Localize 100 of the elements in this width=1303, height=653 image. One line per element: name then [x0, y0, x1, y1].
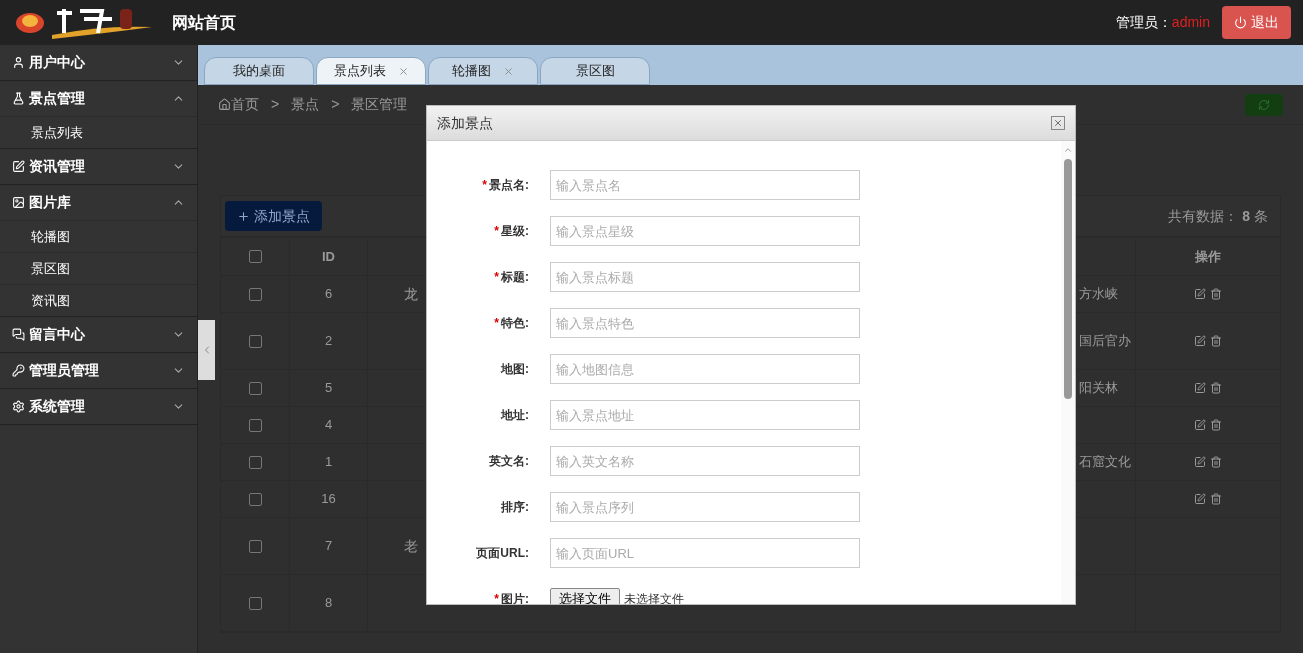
- edit-icon[interactable]: [1194, 493, 1206, 505]
- breadcrumb-item[interactable]: 景区管理: [351, 94, 408, 115]
- refresh-icon: [1258, 98, 1270, 111]
- logout-button[interactable]: 退出: [1222, 6, 1291, 39]
- input-field[interactable]: 输入景点标题: [550, 262, 860, 292]
- scrollbar-thumb[interactable]: [1064, 159, 1072, 399]
- edit-icon[interactable]: [1194, 335, 1206, 347]
- field-label: 英文名:: [488, 453, 529, 470]
- breadcrumb-separator: >: [331, 95, 340, 114]
- table-cell: 5: [290, 370, 368, 406]
- row-checkbox[interactable]: [248, 334, 262, 348]
- field-label: 页面URL:: [475, 545, 529, 562]
- close-icon: [1053, 118, 1063, 128]
- scroll-up-icon[interactable]: [1063, 145, 1073, 155]
- table-cell-text: 方水峡: [1079, 285, 1119, 303]
- plus-icon: [237, 209, 250, 223]
- refresh-button[interactable]: [1245, 93, 1283, 116]
- edit-icon[interactable]: [1194, 419, 1206, 431]
- collapse-handle[interactable]: [198, 320, 215, 380]
- field-label: * 景点名:: [481, 177, 529, 194]
- total-count: 共有数据： 8 条: [1168, 206, 1268, 226]
- close-icon[interactable]: [397, 65, 409, 77]
- menu-group-label: 资讯管理: [29, 157, 85, 176]
- add-button[interactable]: 添加景点: [225, 201, 322, 231]
- input-field[interactable]: 输入景点序列: [550, 492, 860, 522]
- close-icon[interactable]: [503, 65, 514, 77]
- file-status: 未选择文件: [624, 591, 684, 604]
- field-label: * 星级:: [493, 223, 529, 240]
- row-checkbox[interactable]: [248, 418, 262, 432]
- flask-icon: [12, 92, 25, 105]
- table-header: 操作: [1194, 247, 1222, 266]
- row-checkbox[interactable]: [248, 539, 262, 553]
- table-cell-text: 石窟文化: [1079, 453, 1132, 471]
- input-field[interactable]: 输入地图信息: [550, 354, 860, 384]
- row-checkbox[interactable]: [248, 596, 262, 610]
- field-label: 排序:: [500, 499, 529, 516]
- trash-icon[interactable]: [1210, 419, 1222, 431]
- input-field[interactable]: 输入景点地址: [550, 400, 860, 430]
- menu-group-label: 管理员管理: [29, 361, 99, 380]
- menu-group[interactable]: 图片库: [0, 185, 197, 220]
- tab[interactable]: 景点列表: [316, 57, 426, 85]
- table-cell: 8: [290, 575, 368, 631]
- edit-icon[interactable]: [1194, 456, 1206, 468]
- menu-group-label: 图片库: [29, 193, 71, 212]
- power-icon: [1234, 16, 1247, 29]
- menu-item[interactable]: 资讯图: [0, 284, 197, 316]
- table-cell: 2: [290, 313, 368, 369]
- close-button[interactable]: [1051, 116, 1065, 130]
- table-cell: 7: [290, 518, 368, 574]
- field-label: 地址:: [499, 407, 529, 424]
- edit-icon[interactable]: [1194, 288, 1206, 300]
- table-cell-text: 国后官办: [1079, 332, 1132, 350]
- menu-group[interactable]: 系统管理: [0, 389, 197, 424]
- table-cell: 16: [290, 481, 368, 517]
- menu-group[interactable]: 管理员管理: [0, 353, 197, 388]
- menu-group[interactable]: 用户中心: [0, 45, 197, 80]
- table-cell-text: 阳关林: [1079, 379, 1119, 397]
- menu-group[interactable]: 景点管理: [0, 81, 197, 116]
- edit-icon[interactable]: [1194, 382, 1206, 394]
- menu-group[interactable]: 留言中心: [0, 317, 197, 352]
- field-label: * 标题:: [493, 269, 529, 286]
- menu-group[interactable]: 资讯管理: [0, 149, 197, 184]
- menu-item[interactable]: 轮播图: [0, 220, 197, 252]
- site-title[interactable]: 网站首页: [172, 10, 236, 35]
- chat-icon: [12, 328, 25, 341]
- field-label: * 图片:: [493, 591, 529, 604]
- input-field[interactable]: 输入景点名: [550, 170, 860, 200]
- field-label: 地图:: [499, 361, 529, 378]
- breadcrumb-separator: >: [271, 95, 280, 114]
- table-header: ID: [290, 238, 368, 275]
- row-checkbox[interactable]: [248, 381, 262, 395]
- input-field[interactable]: 输入景点特色: [550, 308, 860, 338]
- menu-group-label: 留言中心: [29, 325, 85, 344]
- trash-icon[interactable]: [1210, 335, 1222, 347]
- table-cell: 1: [290, 444, 368, 480]
- select-all-checkbox[interactable]: [248, 250, 262, 263]
- menu-group-label: 系统管理: [29, 397, 85, 416]
- tab[interactable]: 轮播图: [428, 57, 538, 85]
- trash-icon[interactable]: [1210, 456, 1222, 468]
- trash-icon[interactable]: [1210, 493, 1222, 505]
- row-checkbox[interactable]: [248, 287, 262, 301]
- menu-item[interactable]: 景点列表: [0, 116, 197, 148]
- table-cell: 6: [290, 276, 368, 312]
- row-checkbox[interactable]: [248, 455, 262, 469]
- input-field[interactable]: 输入景点星级: [550, 216, 860, 246]
- menu-item[interactable]: 景区图: [0, 252, 197, 284]
- tab[interactable]: 我的桌面: [204, 57, 314, 85]
- admin-label: 管理员：admin: [1115, 13, 1210, 32]
- breadcrumb-item[interactable]: 首页: [231, 94, 259, 115]
- breadcrumb-item[interactable]: 景点: [291, 94, 320, 115]
- user-icon: [12, 56, 25, 69]
- trash-icon[interactable]: [1210, 288, 1222, 300]
- input-field[interactable]: 输入英文名称: [550, 446, 860, 476]
- menu-group-label: 用户中心: [29, 53, 85, 72]
- input-field[interactable]: 输入页面URL: [550, 538, 860, 568]
- trash-icon[interactable]: [1210, 382, 1222, 394]
- tab[interactable]: 景区图: [540, 57, 650, 85]
- modal-title: 添加景点: [437, 113, 493, 133]
- image-icon: [12, 196, 25, 209]
- row-checkbox[interactable]: [248, 492, 262, 506]
